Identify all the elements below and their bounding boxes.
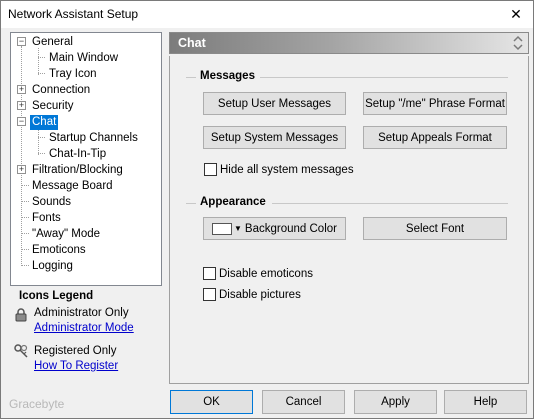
legend-title: Icons Legend — [19, 290, 94, 302]
settings-tree[interactable]: − + + − + General Main Window Tray Icon … — [10, 32, 162, 286]
close-icon: ✕ — [510, 6, 522, 22]
tree-general-children-line — [38, 48, 39, 75]
tree-item-away-mode[interactable]: "Away" Mode — [30, 227, 102, 242]
messages-group-title: Messages — [200, 70, 255, 82]
tree-item-general[interactable]: General — [30, 35, 75, 50]
how-to-register-link[interactable]: How To Register — [34, 360, 118, 372]
tree-item-connection[interactable]: Connection — [30, 83, 92, 98]
tree-connector — [21, 233, 29, 234]
tree-item-sounds[interactable]: Sounds — [30, 195, 73, 210]
tree-item-startup-channels[interactable]: Startup Channels — [47, 131, 140, 146]
expand-connection-icon[interactable]: + — [17, 85, 26, 94]
tree-connector — [21, 185, 29, 186]
watermark: Gracebyte — [9, 397, 65, 411]
appearance-group-title: Appearance — [200, 196, 266, 208]
group-divider — [260, 77, 508, 78]
group-divider — [186, 77, 196, 78]
window-title: Network Assistant Setup — [8, 7, 139, 21]
color-swatch — [212, 222, 232, 235]
tree-connector — [38, 153, 45, 154]
chat-settings-panel: Messages Setup User Messages Setup "/me"… — [169, 56, 529, 384]
tree-item-message-board[interactable]: Message Board — [30, 179, 115, 194]
help-button[interactable]: Help — [444, 390, 527, 414]
background-color-button[interactable]: ▼ Background Color — [203, 217, 346, 240]
legend-registered-text: Registered Only — [34, 345, 117, 357]
collapse-chat-icon[interactable]: − — [17, 117, 26, 126]
apply-button[interactable]: Apply — [354, 390, 437, 414]
hide-system-messages-label: Hide all system messages — [220, 163, 354, 176]
tree-item-security[interactable]: Security — [30, 99, 76, 114]
group-divider — [272, 203, 508, 204]
tree-item-tray-icon[interactable]: Tray Icon — [47, 67, 99, 82]
setup-user-messages-button[interactable]: Setup User Messages — [203, 92, 346, 115]
disable-pictures-checkbox[interactable] — [203, 288, 216, 301]
disable-emoticons-label: Disable emoticons — [219, 267, 313, 280]
setup-appeals-format-button[interactable]: Setup Appeals Format — [363, 126, 507, 149]
administrator-mode-link[interactable]: Administrator Mode — [34, 322, 134, 334]
disable-pictures-label: Disable pictures — [219, 288, 301, 301]
page-title: Chat — [178, 36, 206, 50]
collapse-general-icon[interactable]: − — [17, 37, 26, 46]
tree-connector — [21, 201, 29, 202]
padlock-icon — [15, 308, 27, 322]
expand-security-icon[interactable]: + — [17, 101, 26, 110]
disable-emoticons-checkbox[interactable] — [203, 267, 216, 280]
setup-dialog: Network Assistant Setup ✕ − + + − + Gene… — [0, 0, 534, 419]
setup-system-messages-button[interactable]: Setup System Messages — [203, 126, 346, 149]
tree-connector — [21, 217, 29, 218]
keys-icon — [14, 344, 28, 358]
select-font-button[interactable]: Select Font — [363, 217, 507, 240]
disable-pictures-row[interactable]: Disable pictures — [203, 288, 301, 301]
tree-item-main-window[interactable]: Main Window — [47, 51, 120, 66]
tree-item-chat[interactable]: Chat — [30, 115, 59, 130]
background-color-label: Background Color — [244, 222, 337, 235]
tree-item-logging[interactable]: Logging — [30, 259, 75, 274]
up-down-chevron-icon[interactable] — [512, 35, 524, 51]
dropdown-arrow-icon: ▼ — [234, 224, 242, 233]
hide-system-messages-row[interactable]: Hide all system messages — [204, 163, 354, 176]
tree-item-fonts[interactable]: Fonts — [30, 211, 63, 226]
hide-system-messages-checkbox[interactable] — [204, 163, 217, 176]
tree-connector — [21, 249, 29, 250]
close-button[interactable]: ✕ — [499, 1, 533, 28]
icons-legend: Icons Legend Administrator Only Administ… — [10, 288, 162, 384]
title-bar: Network Assistant Setup ✕ — [1, 1, 533, 28]
expand-filtration-icon[interactable]: + — [17, 165, 26, 174]
ok-button[interactable]: OK — [170, 390, 253, 414]
tree-connector — [21, 265, 29, 266]
tree-item-emoticons[interactable]: Emoticons — [30, 243, 88, 258]
tree-connector — [38, 57, 45, 58]
tree-connector — [38, 137, 45, 138]
cancel-button[interactable]: Cancel — [262, 390, 345, 414]
tree-connector — [38, 73, 45, 74]
tree-item-chat-in-tip[interactable]: Chat-In-Tip — [47, 147, 108, 162]
legend-admin-text: Administrator Only — [34, 307, 129, 319]
page-header: Chat — [169, 32, 529, 54]
tree-item-filtration-blocking[interactable]: Filtration/Blocking — [30, 163, 125, 178]
tree-chat-children-line — [38, 128, 39, 155]
group-divider — [186, 203, 196, 204]
setup-me-phrase-button[interactable]: Setup "/me" Phrase Format — [363, 92, 507, 115]
disable-emoticons-row[interactable]: Disable emoticons — [203, 267, 313, 280]
